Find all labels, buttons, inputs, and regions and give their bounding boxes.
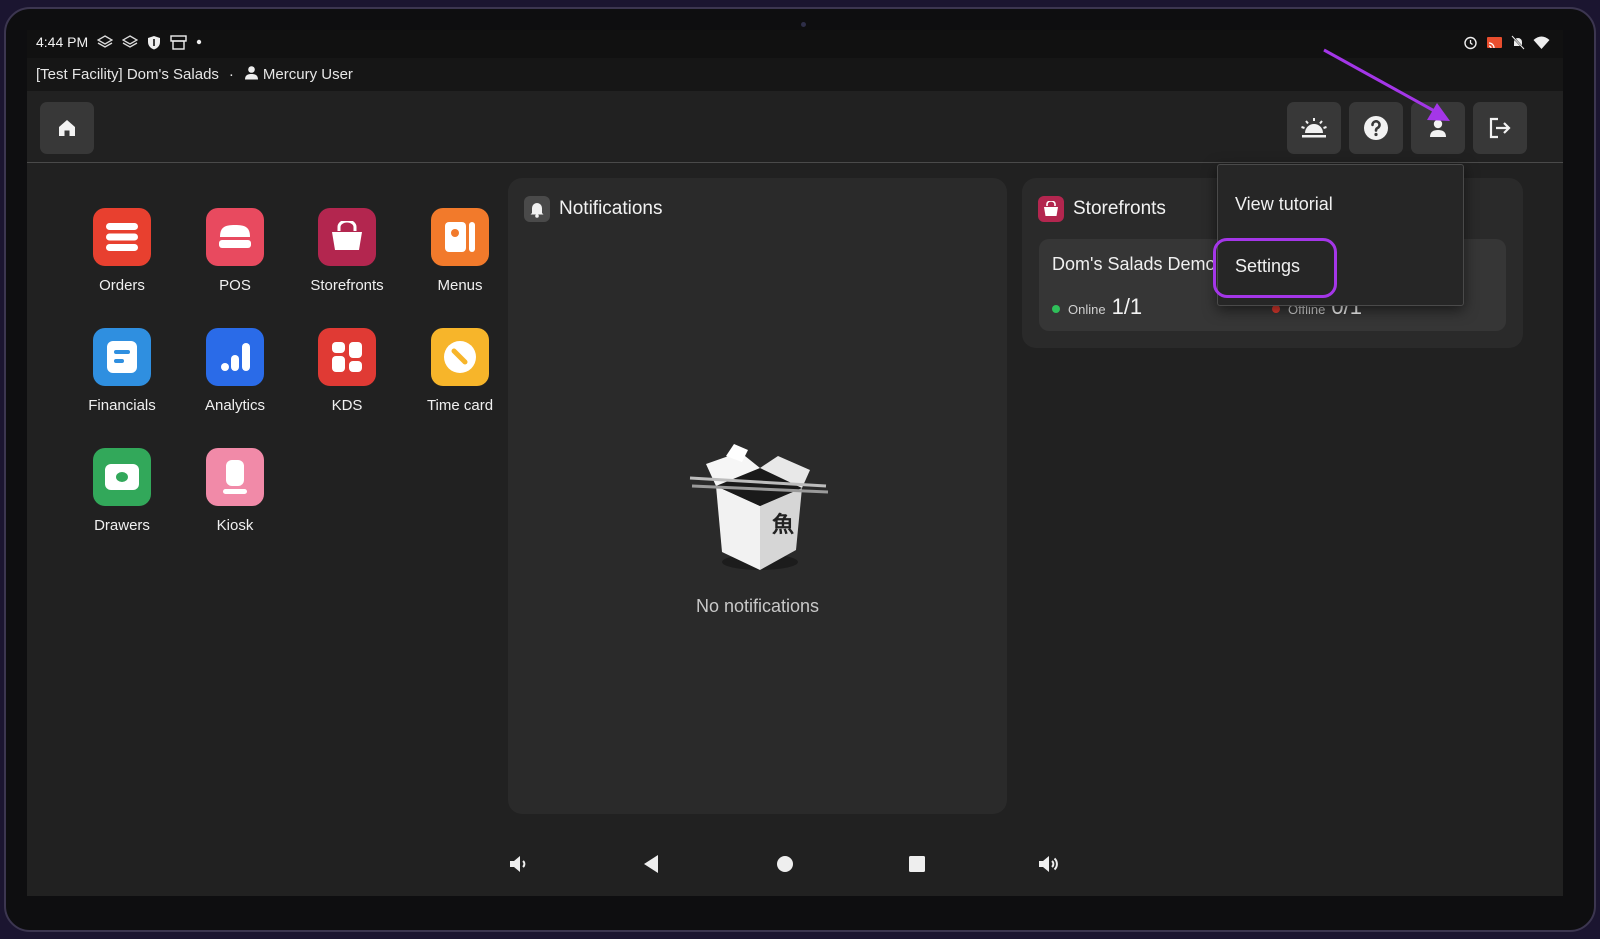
annotation-arrow — [1323, 48, 1450, 121]
